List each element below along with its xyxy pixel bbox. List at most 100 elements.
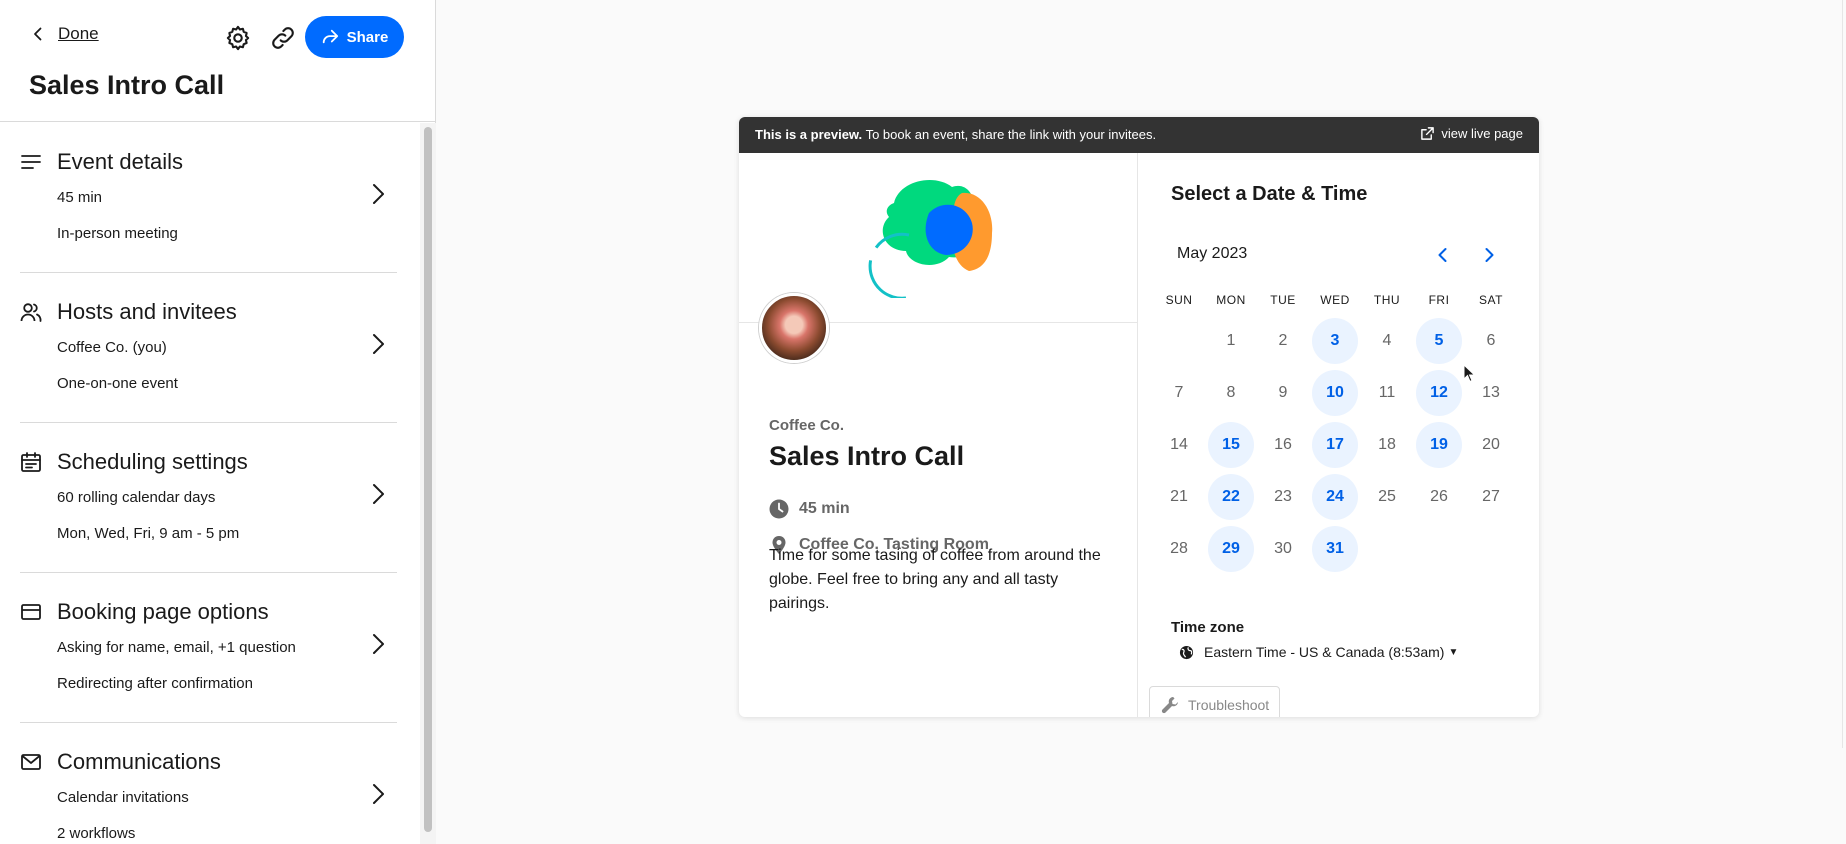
chevron-right-icon: [373, 484, 384, 504]
link-icon[interactable]: [269, 24, 297, 52]
chevron-right-icon: [373, 784, 384, 804]
unavailable-day: 20: [1482, 436, 1500, 453]
chevron-left-icon: [34, 27, 42, 41]
unavailable-day: 18: [1378, 436, 1396, 453]
event-info-panel: Coffee Co. Sales Intro Call 45 min Coffe…: [739, 153, 1138, 717]
unavailable-day: 1: [1226, 332, 1236, 349]
weekday-label: WED: [1320, 293, 1350, 307]
section-title: Scheduling settings: [57, 449, 248, 474]
available-day[interactable]: 31: [1312, 526, 1358, 572]
weekday-label: SUN: [1165, 293, 1193, 307]
weekday-label: THU: [1373, 293, 1401, 307]
share-button[interactable]: Share: [305, 16, 404, 58]
weekday-label: SAT: [1479, 293, 1503, 307]
globe-icon: [1179, 645, 1194, 659]
preview-message-bold: This is a preview.: [755, 127, 863, 142]
section-detail: 45 min: [57, 189, 103, 206]
chevron-right-icon: [373, 634, 384, 654]
timezone-select[interactable]: Eastern Time - US & Canada (8:53am) ▼: [1179, 644, 1458, 660]
unavailable-day: 27: [1482, 488, 1500, 505]
scrollbar-thumb[interactable]: [424, 127, 432, 832]
unavailable-day: 7: [1174, 384, 1184, 401]
done-label: Done: [58, 24, 99, 43]
section-detail: 2 workflows: [57, 825, 136, 842]
next-month-button[interactable]: [1479, 245, 1499, 265]
unavailable-day: 28: [1170, 540, 1188, 557]
available-day[interactable]: 15: [1208, 422, 1254, 468]
section-detail: 60 rolling calendar days: [57, 489, 216, 506]
section-detail: Mon, Wed, Fri, 9 am - 5 pm: [57, 525, 240, 542]
section-detail: Redirecting after confirmation: [57, 675, 253, 692]
share-arrow-icon: [322, 29, 338, 44]
preview-message-text: To book an event, share the link with yo…: [862, 127, 1157, 142]
unavailable-day: 14: [1170, 436, 1188, 453]
preview-banner: This is a preview. To book an event, sha…: [739, 117, 1539, 153]
weekday-label: TUE: [1270, 293, 1296, 307]
available-day[interactable]: 17: [1312, 422, 1358, 468]
view-live-page-label: view live page: [1441, 126, 1523, 141]
chevron-right-icon: [373, 334, 384, 354]
section-title: Booking page options: [57, 599, 269, 624]
event-title: Sales Intro Call: [769, 441, 965, 471]
view-live-page-link[interactable]: view live page: [1420, 126, 1523, 141]
section-scheduling-settings[interactable]: Scheduling settings 60 rolling calendar …: [20, 423, 397, 573]
unavailable-day: 16: [1274, 436, 1292, 453]
available-day[interactable]: 22: [1208, 474, 1254, 520]
unavailable-day: 11: [1378, 384, 1396, 401]
weekday-label: FRI: [1428, 293, 1450, 307]
event-description: Time for some tasing of coffee from arou…: [769, 547, 1101, 612]
timezone-value: Eastern Time - US & Canada (8:53am): [1204, 644, 1445, 660]
calendar-icon: [21, 452, 41, 472]
preview-message: This is a preview. To book an event, sha…: [755, 127, 1156, 142]
company-logo: [868, 180, 993, 298]
timezone-label: Time zone: [1171, 619, 1245, 636]
available-day[interactable]: 10: [1312, 370, 1358, 416]
caret-down-icon: ▼: [1448, 646, 1459, 658]
done-button[interactable]: Done: [30, 24, 99, 44]
section-hosts-and-invitees[interactable]: Hosts and invitees Coffee Co. (you) One-…: [20, 273, 397, 423]
duration-text: 45 min: [799, 500, 850, 517]
settings-sections: Event details 45 min In-person meeting H…: [0, 123, 420, 844]
unavailable-day: 21: [1170, 488, 1188, 505]
section-detail: Coffee Co. (you): [57, 339, 167, 356]
organization-name: Coffee Co.: [769, 417, 844, 434]
sidebar-scrollbar[interactable]: [420, 123, 436, 844]
mouse-pointer-icon: [1463, 364, 1476, 383]
troubleshoot-label: Troubleshoot: [1188, 696, 1270, 713]
unavailable-day: 6: [1486, 332, 1496, 349]
available-day[interactable]: 5: [1416, 318, 1462, 364]
available-day[interactable]: 24: [1312, 474, 1358, 520]
gear-icon[interactable]: [224, 24, 252, 52]
external-link-icon: [1421, 127, 1435, 140]
previous-month-button[interactable]: [1433, 245, 1453, 265]
section-detail: Asking for name, email, +1 question: [57, 639, 296, 656]
card-icon: [21, 604, 41, 620]
sidebar-header: Done Share Sales Intro Call: [0, 0, 435, 122]
unavailable-day: 25: [1378, 488, 1396, 505]
mail-icon: [21, 754, 41, 770]
section-booking-page-options[interactable]: Booking page options Asking for name, em…: [20, 573, 397, 723]
people-icon: [20, 303, 42, 322]
chevron-right-icon: [373, 184, 384, 204]
event-duration: 45 min: [769, 499, 850, 519]
section-event-details[interactable]: Event details 45 min In-person meeting: [20, 123, 397, 273]
available-day[interactable]: 12: [1416, 370, 1462, 416]
date-time-picker: Select a Date & Time May 2023 SUN MON TUE W…: [1139, 153, 1539, 717]
section-title: Communications: [57, 749, 221, 774]
unavailable-day: 26: [1430, 488, 1448, 505]
unavailable-day: 30: [1274, 540, 1292, 557]
page-edge-divider: [1842, 0, 1843, 748]
available-day[interactable]: 29: [1208, 526, 1254, 572]
available-day[interactable]: 3: [1312, 318, 1358, 364]
section-detail: In-person meeting: [57, 225, 178, 242]
sidebar: Done Share Sales Intro Call Event detail…: [0, 0, 436, 844]
available-day[interactable]: 19: [1416, 422, 1462, 468]
troubleshoot-button[interactable]: Troubleshoot: [1149, 686, 1280, 717]
month-label: May 2023: [1177, 245, 1248, 262]
section-communications[interactable]: Communications Calendar invitations 2 wo…: [20, 723, 397, 844]
lines-icon: [21, 155, 41, 169]
section-detail: Calendar invitations: [57, 789, 189, 806]
wrench-icon: [1161, 696, 1178, 713]
unavailable-day: 23: [1274, 488, 1292, 505]
booking-preview: This is a preview. To book an event, sha…: [739, 117, 1539, 717]
